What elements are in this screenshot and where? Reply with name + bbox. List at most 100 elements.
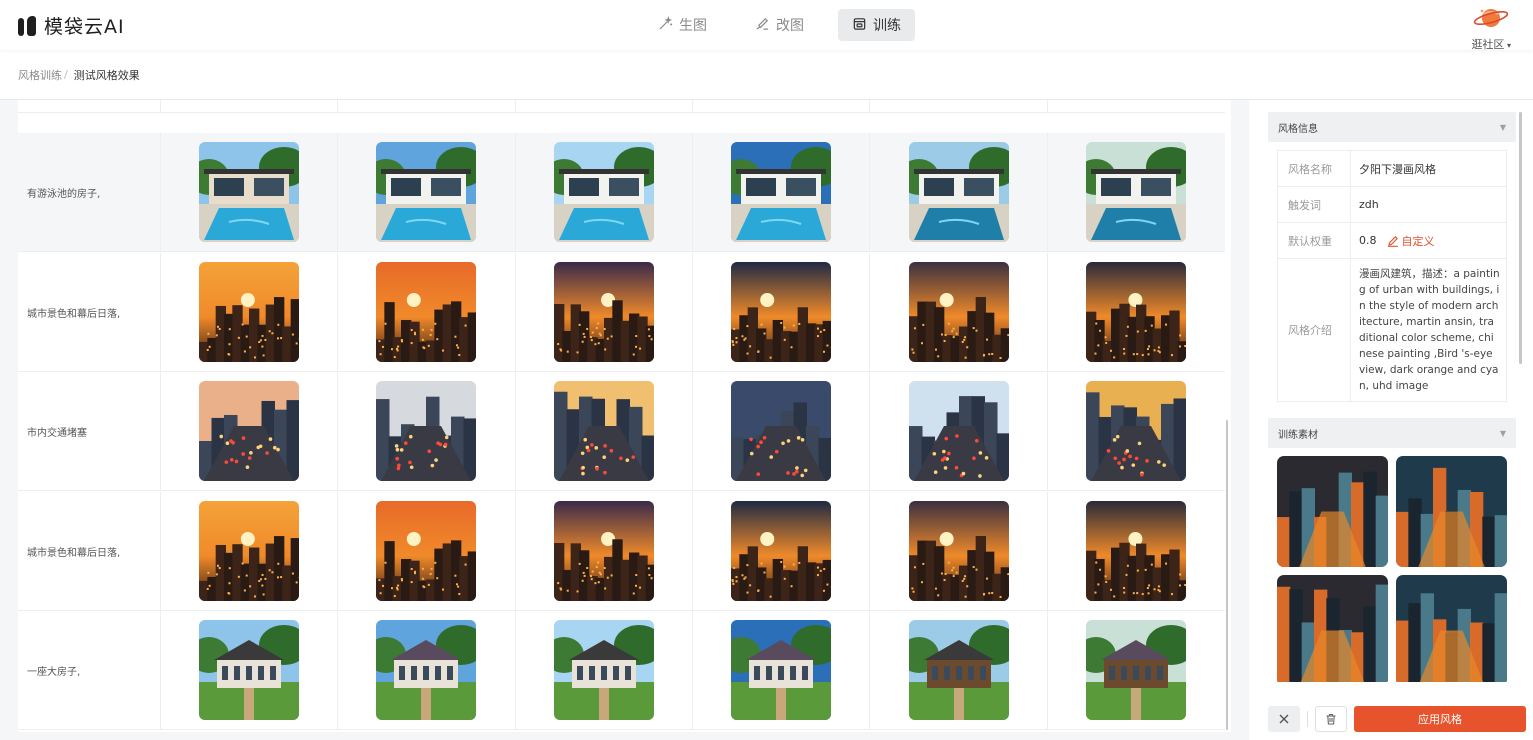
breadcrumb-current: 测试风格效果 — [73, 68, 140, 82]
result-cell — [516, 100, 693, 112]
info-row-name: 风格名称 夕阳下漫画风格 — [1278, 151, 1506, 187]
result-prompt: 城市景色和幕后日落, — [18, 492, 161, 610]
result-cell — [1048, 253, 1225, 371]
app-logo[interactable]: 模袋云AI — [18, 12, 125, 39]
desc-value: 漫画风建筑，描述：a painting of urban with buildi… — [1359, 268, 1500, 392]
result-cell — [1048, 611, 1225, 729]
magic-wand-icon — [658, 15, 673, 35]
result-image[interactable] — [908, 501, 1009, 601]
result-image[interactable] — [731, 142, 832, 242]
style-name-value: 夕阳下漫画风格 — [1359, 162, 1436, 176]
info-row-weight: 默认权重 0.8 自定义 — [1278, 223, 1506, 259]
training-material-image[interactable] — [1396, 575, 1507, 682]
result-image[interactable] — [731, 381, 832, 481]
result-image[interactable] — [376, 620, 477, 720]
style-info-header[interactable]: 风格信息 ▼ — [1268, 112, 1516, 142]
result-image[interactable] — [553, 262, 654, 362]
result-cell — [693, 372, 871, 490]
result-cell — [1048, 100, 1225, 112]
result-image[interactable] — [731, 262, 832, 362]
result-cell — [338, 372, 516, 490]
edit-brush-icon — [755, 16, 770, 35]
apply-style-button[interactable]: 应用风格 — [1354, 706, 1526, 732]
nav-edit-label: 改图 — [776, 18, 804, 34]
result-image[interactable] — [553, 501, 654, 601]
custom-weight-label: 自定义 — [1401, 234, 1435, 248]
side-scrollbar[interactable] — [1519, 112, 1522, 364]
result-cell — [338, 100, 516, 112]
result-cell — [693, 253, 871, 371]
nav-generate[interactable]: 生图 — [644, 9, 721, 41]
result-row: 城市景色和幕后日落, — [18, 253, 1225, 372]
weight-value: 0.8 — [1359, 234, 1377, 247]
result-row: 市内交通堵塞 — [18, 372, 1225, 491]
result-image[interactable] — [553, 142, 654, 242]
result-image[interactable] — [553, 620, 654, 720]
style-name-label: 风格名称 — [1278, 151, 1351, 186]
app-name: 模袋云AI — [44, 16, 125, 38]
trigger-label: 触发词 — [1278, 187, 1351, 222]
result-image[interactable] — [199, 381, 300, 481]
result-cell — [338, 492, 516, 610]
result-image[interactable] — [1086, 501, 1187, 601]
result-image[interactable] — [199, 501, 300, 601]
nav-train-label: 训练 — [873, 18, 901, 34]
nav-edit[interactable]: 改图 — [741, 9, 818, 41]
result-image[interactable] — [731, 620, 832, 720]
result-prompt: 一座大房子, — [18, 611, 161, 729]
result-image[interactable] — [376, 381, 477, 481]
result-image[interactable] — [553, 381, 654, 481]
breadcrumb-separator: / — [64, 68, 68, 81]
result-image[interactable] — [376, 262, 477, 362]
result-image[interactable] — [908, 381, 1009, 481]
result-row: 城市景色和幕后日落, — [18, 492, 1225, 611]
result-cell — [516, 253, 693, 371]
results-scrollbar[interactable] — [1226, 420, 1228, 730]
materials-header[interactable]: 训练素材 ▼ — [1268, 418, 1516, 448]
result-cell — [338, 611, 516, 729]
result-row: 一座大房子, — [18, 611, 1225, 730]
planet-icon — [1473, 5, 1509, 35]
result-row — [18, 100, 1225, 113]
top-bar: 模袋云AI 生图 改图 训练 逛社区 — [0, 0, 1533, 52]
desc-label: 风格介绍 — [1278, 259, 1351, 401]
result-cell — [1048, 372, 1225, 490]
result-image[interactable] — [1086, 620, 1187, 720]
result-cell — [870, 133, 1048, 251]
result-image[interactable] — [908, 142, 1009, 242]
result-cell — [161, 372, 339, 490]
trash-icon — [1326, 713, 1336, 725]
result-image[interactable] — [1086, 262, 1187, 362]
result-image[interactable] — [199, 262, 300, 362]
community-label: 逛社区 — [1471, 36, 1511, 52]
result-image[interactable] — [908, 620, 1009, 720]
result-image[interactable] — [376, 501, 477, 601]
close-button[interactable] — [1268, 706, 1300, 732]
result-cell — [870, 372, 1048, 490]
style-info-table: 风格名称 夕阳下漫画风格 触发词 zdh 默认权重 0.8 自定义 风格介绍 漫… — [1277, 150, 1507, 402]
community-menu[interactable]: 逛社区 — [1471, 5, 1511, 52]
custom-weight-link[interactable]: 自定义 — [1387, 233, 1435, 249]
training-material-image[interactable] — [1277, 575, 1388, 682]
nav-train[interactable]: 训练 — [838, 9, 915, 41]
result-image[interactable] — [908, 262, 1009, 362]
result-image[interactable] — [199, 142, 300, 242]
result-cell — [161, 492, 339, 610]
result-image[interactable] — [1086, 381, 1187, 481]
result-image[interactable] — [376, 142, 477, 242]
close-icon — [1279, 714, 1289, 724]
result-image[interactable] — [731, 501, 832, 601]
result-cell — [1048, 492, 1225, 610]
materials-grid — [1277, 456, 1509, 682]
breadcrumb-parent[interactable]: 风格训练 — [18, 67, 62, 83]
trigger-value: zdh — [1359, 198, 1379, 211]
result-image[interactable] — [1086, 142, 1187, 242]
result-cell — [338, 253, 516, 371]
result-cell — [693, 100, 871, 112]
pencil-icon — [1387, 235, 1398, 247]
delete-button[interactable] — [1315, 706, 1347, 732]
training-material-image[interactable] — [1277, 456, 1388, 567]
result-image[interactable] — [199, 620, 300, 720]
training-material-image[interactable] — [1396, 456, 1507, 567]
result-cell — [516, 611, 693, 729]
